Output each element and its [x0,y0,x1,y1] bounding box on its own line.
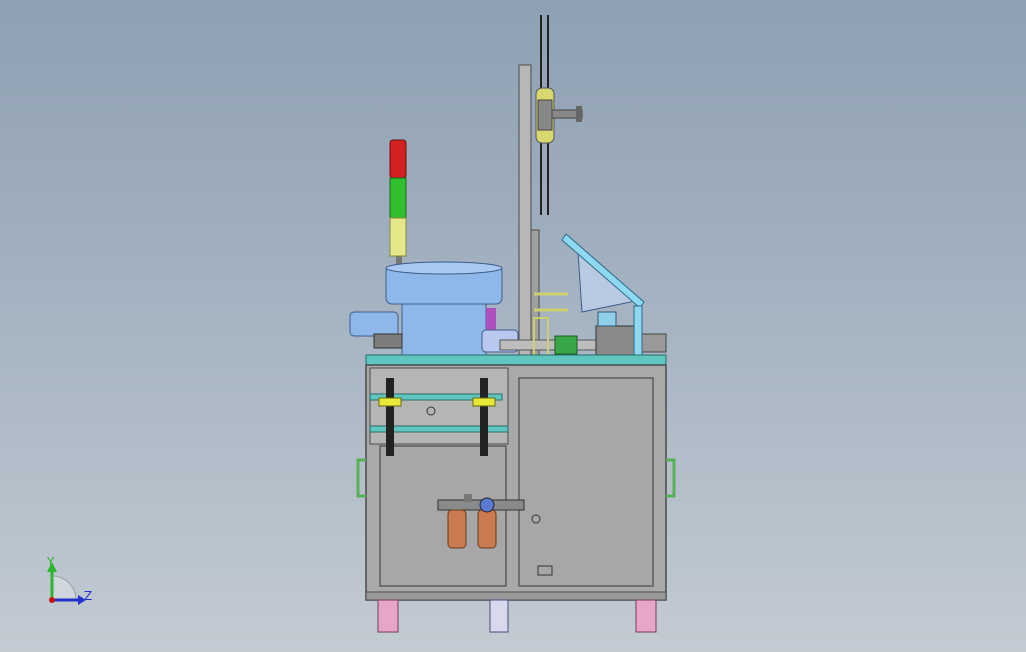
reel-spool [535,15,583,215]
y-axis-label: Y [46,555,55,569]
z-axis-label: Z [84,589,92,603]
signal-tower-icon [389,139,407,268]
table-top [365,354,667,366]
x-axis-dot [49,597,55,603]
machine-drawing: Y Z [46,15,676,633]
cabinet-frame [365,364,667,601]
caster-wheel-icon [377,599,657,633]
cad-viewport[interactable]: Y Z [0,0,1026,652]
coordinate-triad: Y Z [46,555,92,605]
